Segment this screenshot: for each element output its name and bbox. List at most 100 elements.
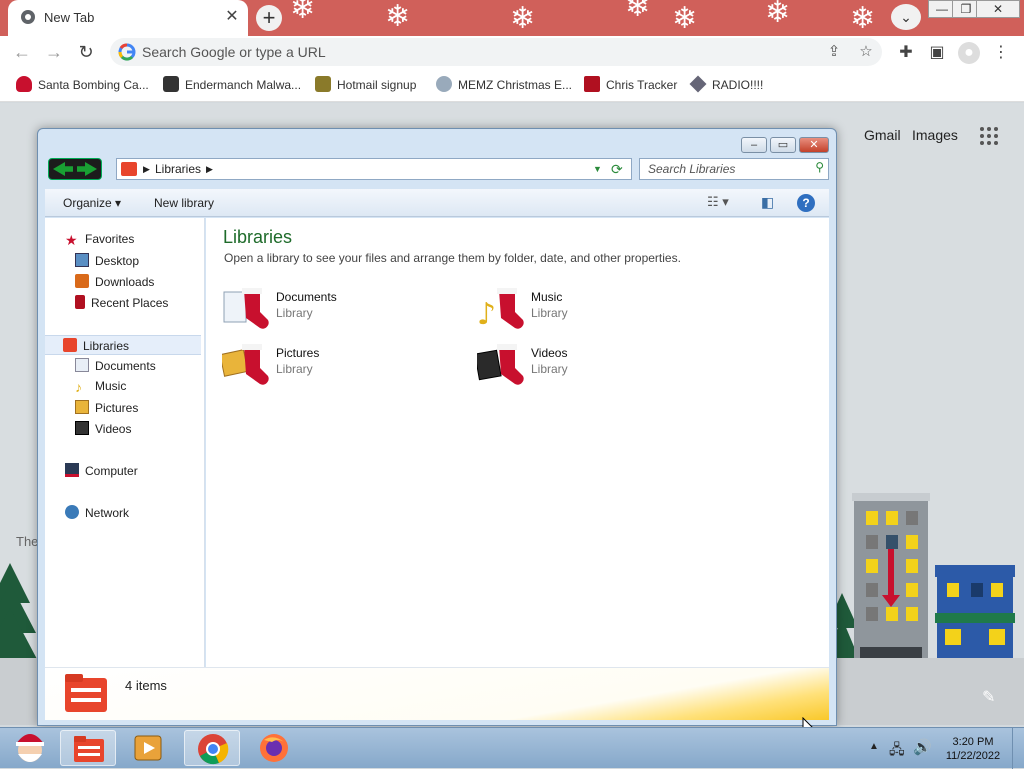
bookmark-item[interactable]: Santa Bombing Ca... (16, 76, 149, 94)
explorer-maximize-button[interactable]: ▭ (770, 137, 796, 153)
refresh-icon[interactable]: ⟳ (611, 161, 623, 178)
pictures-stocking-icon (222, 344, 269, 385)
volume-icon[interactable]: 🔊 (913, 738, 932, 756)
new-tab-button[interactable]: + (256, 5, 282, 31)
library-documents[interactable]: Documents Library (222, 286, 462, 332)
organize-label: Organize (63, 196, 112, 210)
menu-kebab-icon[interactable]: ⋮ (990, 42, 1012, 64)
search-icon[interactable]: ⚲ (815, 160, 824, 174)
svg-text:♪: ♪ (477, 297, 496, 330)
nav-network[interactable]: Network (65, 505, 129, 525)
bookmarks-bar: Santa Bombing Ca... Endermanch Malwa... … (0, 68, 1024, 102)
bookmark-item[interactable]: Hotmail signup (315, 76, 416, 94)
explorer-minimize-button[interactable]: – (741, 137, 767, 153)
organize-button[interactable]: Organize ▾ (63, 196, 121, 210)
clock[interactable]: 3:20 PM 11/22/2022 (938, 735, 1008, 763)
network-globe-icon (65, 505, 79, 519)
santa-start-icon (16, 734, 44, 762)
snowflake-decoration: ❄ (765, 0, 791, 29)
nav-desktop[interactable]: Desktop (75, 253, 139, 273)
bookmark-item[interactable]: Endermanch Malwa... (163, 76, 301, 94)
library-music[interactable]: ♪ Music Library (477, 286, 717, 332)
library-name: Music (531, 290, 563, 304)
taskbar-chrome[interactable] (184, 730, 240, 766)
library-name: Documents (276, 290, 337, 304)
bookmark-label: RADIO!!!! (712, 78, 764, 92)
bookmark-star-icon[interactable]: ☆ (856, 42, 876, 62)
close-window-button[interactable]: ✕ (976, 0, 1020, 18)
taskbar-media-player[interactable] (120, 730, 176, 766)
bookmark-item[interactable]: Chris Tracker (584, 76, 677, 94)
back-forward-buttons[interactable] (48, 158, 102, 180)
explorer-close-button[interactable]: ✕ (799, 137, 829, 153)
downloads-icon (75, 274, 89, 288)
navigation-pane: ★ Favorites Desktop Downloads Recent Plac… (45, 218, 205, 667)
start-button[interactable] (2, 730, 58, 766)
nav-pictures[interactable]: Pictures (75, 400, 138, 420)
close-tab-icon[interactable]: ✕ (222, 7, 242, 27)
new-library-button[interactable]: New library (154, 196, 214, 210)
firefox-icon (260, 734, 288, 762)
browser-toolbar: ← → ↻ Search Google or type a URL ⇪ ☆ ✚ … (0, 36, 1024, 68)
back-arrow-icon[interactable]: ← (10, 40, 34, 64)
library-videos[interactable]: Videos Library (477, 342, 717, 388)
nav-computer[interactable]: Computer (65, 463, 138, 483)
omnibox-placeholder: Search Google or type a URL (142, 44, 326, 60)
omnibox[interactable]: Search Google or type a URL ⇪ ☆ (110, 38, 882, 66)
videos-icon (75, 421, 89, 435)
page-subtitle: Open a library to see your files and arr… (224, 251, 681, 265)
breadcrumb-arrow-icon[interactable]: ▶ (206, 164, 213, 175)
tab-search-chevron-icon[interactable]: ⌄ (891, 4, 921, 30)
nav-music[interactable]: ♪ Music (75, 379, 126, 399)
gmail-link[interactable]: Gmail (864, 127, 901, 143)
show-hidden-icons-icon[interactable]: ▲ (869, 741, 879, 752)
library-pictures[interactable]: Pictures Library (222, 342, 462, 388)
library-type: Library (276, 306, 313, 320)
search-placeholder: Search Libraries (648, 162, 736, 176)
back-arrow-icon[interactable] (53, 162, 73, 176)
music-note-icon: ♪ (75, 379, 82, 395)
change-view-icon[interactable]: ☷ ▾ (707, 194, 737, 212)
doodle-caption-fragment: The (16, 534, 39, 549)
nav-recent-places[interactable]: Recent Places (75, 295, 168, 315)
profile-avatar-icon[interactable]: ● (958, 42, 980, 64)
bookmark-label: Hotmail signup (337, 78, 417, 92)
forward-arrow-icon[interactable] (77, 162, 97, 176)
google-apps-grid-icon[interactable] (980, 127, 1000, 147)
bookmark-label: Endermanch Malwa... (185, 78, 302, 92)
preview-pane-icon[interactable]: ◧ (761, 194, 779, 212)
customize-pencil-icon[interactable]: ✎ (982, 687, 995, 707)
radio-icon (689, 75, 707, 93)
nav-videos[interactable]: Videos (75, 421, 131, 441)
extensions-puzzle-icon[interactable]: ✚ (895, 42, 917, 64)
breadcrumb-libraries[interactable]: Libraries (155, 162, 201, 176)
nav-libraries[interactable]: Libraries (45, 335, 201, 355)
explorer-folder-icon (74, 736, 104, 762)
address-dropdown-icon[interactable]: ▼ (593, 164, 602, 174)
reload-icon[interactable]: ↻ (74, 40, 98, 64)
network-tray-icon[interactable]: 🖧 (889, 739, 905, 763)
santa-icon (16, 76, 32, 92)
chrome-favicon-icon (21, 10, 35, 24)
nav-documents[interactable]: Documents (75, 358, 156, 378)
library-name: Pictures (276, 346, 320, 360)
bookmark-item[interactable]: MEMZ Christmas E... (436, 76, 572, 94)
taskbar-firefox[interactable] (246, 730, 302, 766)
nav-favorites[interactable]: ★ Favorites (65, 232, 134, 252)
share-icon[interactable]: ⇪ (824, 42, 844, 62)
images-link[interactable]: Images (912, 127, 958, 143)
documents-stocking-icon (223, 288, 269, 329)
breadcrumb-arrow-icon[interactable]: ▶ (143, 164, 150, 175)
library-name: Videos (531, 346, 568, 360)
forward-arrow-icon[interactable]: → (42, 40, 66, 64)
tab-new-tab[interactable]: New Tab ✕ (8, 0, 248, 36)
show-desktop-button[interactable] (1012, 728, 1024, 769)
bookmark-item[interactable]: RADIO!!!! (689, 75, 764, 94)
help-icon[interactable]: ? (797, 194, 815, 212)
address-bar[interactable]: ▶ Libraries ▶ ▼ ⟳ (116, 158, 632, 180)
nav-downloads[interactable]: Downloads (75, 274, 154, 294)
trophy-icon (315, 76, 331, 92)
side-panel-icon[interactable]: ▣ (926, 42, 948, 64)
search-libraries-input[interactable]: Search Libraries ⚲ (639, 158, 829, 180)
taskbar-explorer[interactable] (60, 730, 116, 766)
